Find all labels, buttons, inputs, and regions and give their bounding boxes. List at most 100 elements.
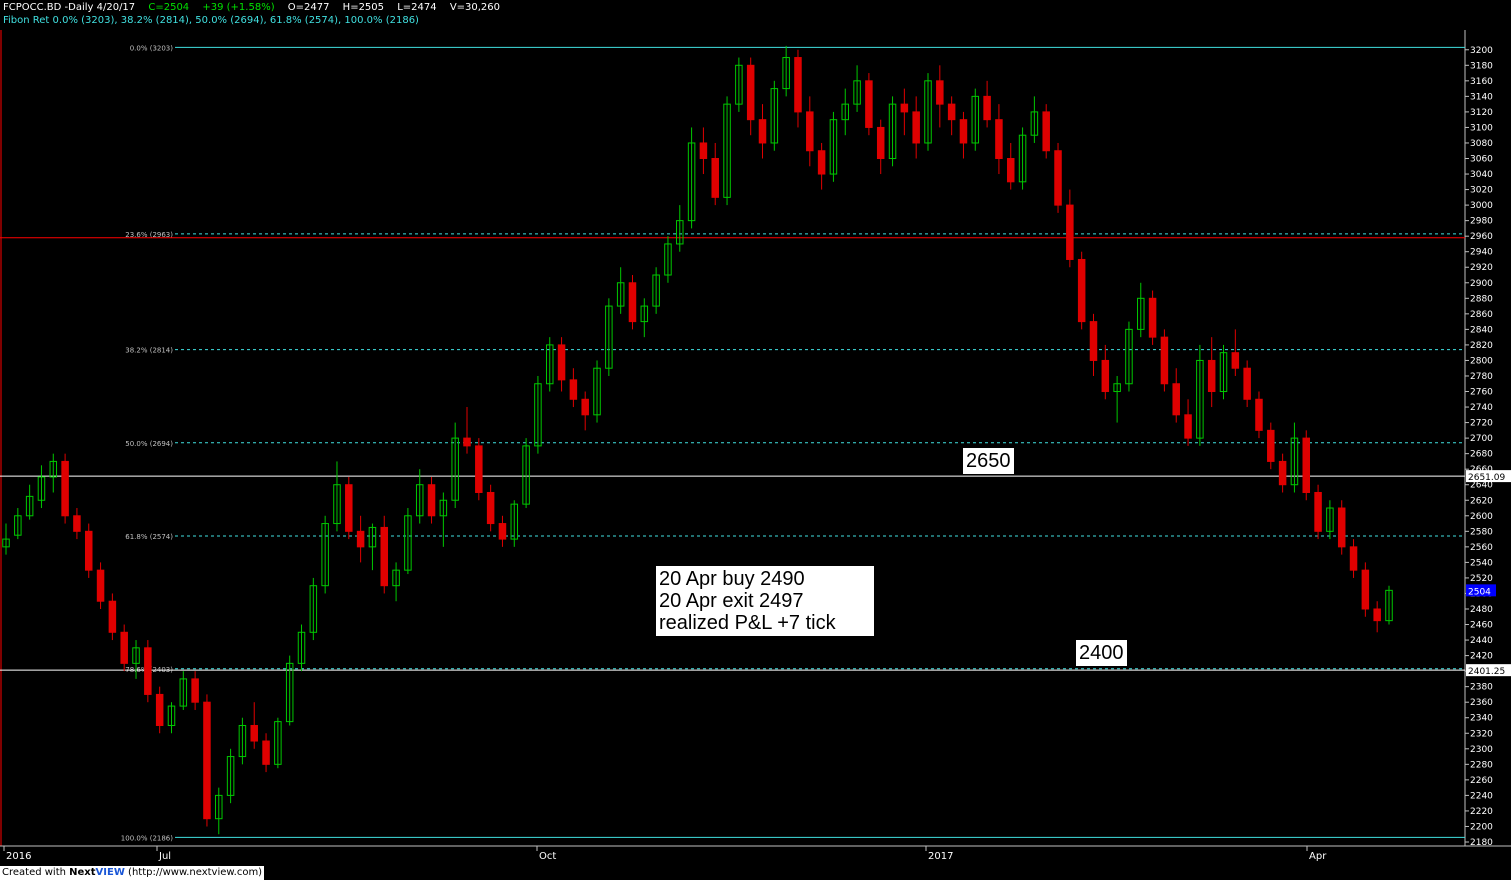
symbol-label: FCPOCC.BD -Daily 4/20/17 [3, 2, 136, 13]
price-tick-label: 2540 [1470, 558, 1493, 568]
price-tick-label: 2700 [1470, 434, 1493, 444]
candle-body [1267, 429, 1275, 462]
price-tick-label: 3140 [1470, 92, 1493, 102]
candle-body [983, 95, 991, 121]
candle-body [486, 491, 495, 525]
candle-body [427, 484, 436, 517]
price-tick-label: 2760 [1470, 388, 1493, 398]
price-tick-label: 2180 [1470, 838, 1493, 848]
time-label: Jul [158, 851, 171, 862]
candle-body [1089, 321, 1098, 361]
footer-prefix: Created with [2, 867, 70, 878]
candle-body [912, 111, 920, 144]
price-tick-label: 2240 [1470, 791, 1493, 801]
candle-body [73, 515, 81, 532]
candle-body [463, 437, 471, 447]
price-tick-label: 3200 [1470, 46, 1493, 56]
price-tick-label: 3080 [1470, 139, 1493, 149]
candle-body [699, 142, 708, 160]
price-tick-label: 2560 [1470, 543, 1493, 553]
candle-body [345, 484, 353, 532]
candle-body [794, 57, 802, 113]
candle-body [628, 282, 637, 323]
high-value: H=2505 [342, 2, 385, 13]
candle-body [1373, 608, 1381, 622]
price-tick-label: 3060 [1470, 155, 1493, 165]
candle-body [380, 526, 389, 587]
candle-body [1361, 569, 1370, 610]
price-tick-label: 2260 [1470, 776, 1493, 786]
candle-body [1278, 460, 1287, 486]
price-tick-label: 2880 [1470, 294, 1493, 304]
level-tag-label: 2651.09 [1468, 473, 1505, 483]
candle-body [1302, 437, 1311, 493]
candle-body [96, 569, 105, 602]
price-tick-label: 2900 [1470, 279, 1493, 289]
level-tag-label: 2401.25 [1468, 667, 1505, 677]
price-tick-label: 2620 [1470, 496, 1493, 506]
candle-body [356, 530, 365, 548]
price-tick-label: 2960 [1470, 232, 1493, 242]
price-tick-label: 2420 [1470, 652, 1493, 662]
fib-label: 61.8% (2574) [125, 533, 173, 541]
price-tick-label: 3040 [1470, 170, 1493, 180]
candle-body [1255, 398, 1263, 431]
candle-body [1207, 359, 1216, 393]
price-tick-label: 2460 [1470, 621, 1493, 631]
candle-body [995, 119, 1003, 160]
candle-body [900, 103, 909, 113]
candle-body [1349, 546, 1358, 571]
open-value: O=2477 [287, 2, 330, 13]
price-tick-label: 2200 [1470, 822, 1493, 832]
price-tick-label: 2360 [1470, 698, 1493, 708]
time-label: Apr [1309, 851, 1327, 862]
last-price-tag-label: 2504 [1468, 587, 1491, 597]
footer-credit: Created with NextVIEW (http://www.nextvi… [0, 866, 264, 880]
candle-body [947, 103, 956, 121]
trade-buy-text: 20 Apr buy 2490 [659, 568, 805, 590]
candle-body [959, 119, 968, 144]
close-value: C=2504 [148, 2, 190, 13]
price-tick-label: 2480 [1470, 605, 1493, 615]
price-tick-label: 2280 [1470, 760, 1493, 770]
price-tick-label: 2380 [1470, 683, 1493, 693]
candle-body [806, 111, 814, 152]
candle-body [1184, 414, 1192, 439]
candle-body [557, 344, 566, 381]
candle-body [191, 678, 199, 703]
price-tick-label: 2740 [1470, 403, 1493, 413]
price-tick-label: 3000 [1470, 201, 1493, 211]
candle-body [1148, 297, 1157, 338]
quote-header: FCPOCC.BD -Daily 4/20/17 C=2504 +39 (+1.… [3, 2, 510, 14]
price-tick-label: 2600 [1470, 512, 1493, 522]
level-2650-label: 2650 [963, 448, 1014, 474]
candle-body [61, 460, 69, 517]
footer-brand-b: VIEW [95, 867, 125, 878]
fib-label: 100.0% (2186) [121, 834, 173, 842]
price-tick-label: 2720 [1470, 419, 1493, 429]
price-tick-label: 2780 [1470, 372, 1493, 382]
candle-body [84, 530, 93, 571]
price-tick-label: 2300 [1470, 745, 1493, 755]
price-tick-label: 2680 [1470, 450, 1493, 460]
candle-body [144, 647, 152, 695]
chart-background [0, 0, 1511, 880]
fib-label: 50.0% (2694) [125, 440, 173, 448]
fib-label: 38.2% (2814) [125, 347, 173, 355]
price-tick-label: 2920 [1470, 263, 1493, 273]
candle-body [475, 445, 483, 493]
low-value: L=2474 [397, 2, 437, 13]
price-tick-label: 3120 [1470, 108, 1493, 118]
price-tick-label: 2940 [1470, 248, 1493, 258]
level-2400-label: 2400 [1076, 640, 1127, 666]
price-tick-label: 2520 [1470, 574, 1493, 584]
time-label: Oct [539, 851, 556, 862]
price-tick-label: 2840 [1470, 325, 1493, 335]
candle-body [498, 523, 507, 540]
candle-body [120, 631, 128, 664]
candle-body [262, 740, 270, 765]
footer-url[interactable]: (http://www.nextview.com) [125, 867, 262, 878]
candle-body [1054, 150, 1062, 206]
candle-body [569, 379, 578, 400]
candle-body [1243, 367, 1251, 400]
